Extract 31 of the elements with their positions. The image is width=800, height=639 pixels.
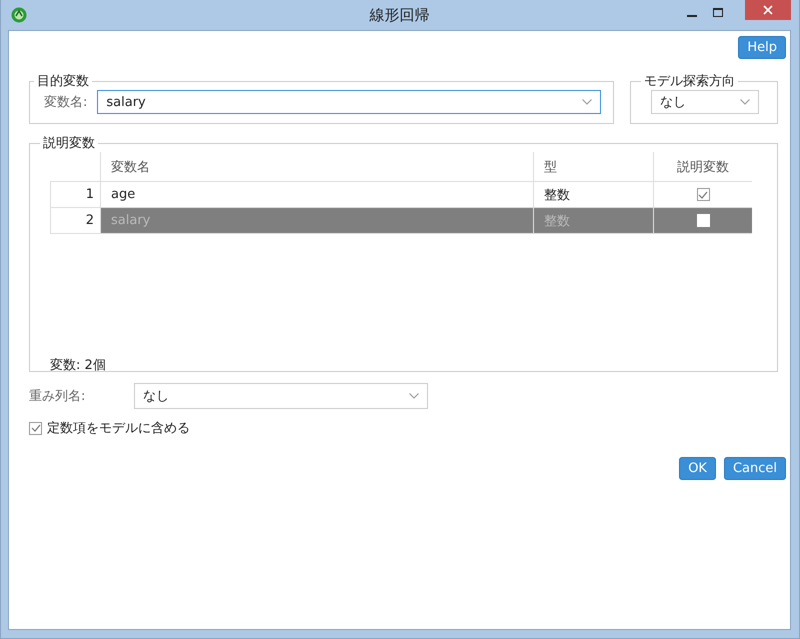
column-header[interactable]: 変数名	[100, 152, 533, 181]
field-label: 変数名:	[44, 94, 88, 111]
app-logo-icon	[11, 7, 27, 23]
weight-column-dropdown[interactable]: なし	[134, 383, 428, 409]
checkbox[interactable]	[696, 188, 710, 201]
table-cell: age	[100, 182, 533, 207]
column-header[interactable]: 型	[533, 152, 653, 181]
column-header[interactable]: 説明変数	[653, 152, 752, 181]
maximize-icon[interactable]	[713, 8, 723, 17]
chevron-down-icon	[740, 99, 750, 105]
close-icon	[763, 5, 773, 15]
target-variable-dropdown[interactable]: salary	[97, 90, 601, 114]
chevron-down-icon	[582, 99, 592, 105]
group-title: 説明変数	[42, 135, 96, 152]
chevron-down-icon	[409, 393, 419, 399]
checkbox[interactable]	[29, 422, 42, 434]
table-cell: salary	[100, 208, 533, 233]
row-number: 1	[50, 182, 100, 207]
checkbox-label[interactable]: 定数項をモデルに含める	[47, 419, 190, 437]
table-row[interactable]: 2 salary 整数	[50, 208, 752, 234]
table-cell: 整数	[533, 208, 653, 233]
variable-count: 変数: 2個	[50, 357, 106, 374]
direction-dropdown[interactable]: なし	[651, 90, 759, 114]
checkmark-icon	[698, 190, 708, 198]
field-label: 重み列名:	[29, 388, 86, 405]
group-title: モデル探索方向	[643, 73, 736, 90]
table-cell: 整数	[533, 182, 653, 207]
close-button[interactable]	[745, 0, 791, 20]
group-title: 目的変数	[36, 73, 90, 90]
checkmark-icon	[30, 424, 40, 432]
window-title: 線形回帰	[370, 6, 430, 24]
